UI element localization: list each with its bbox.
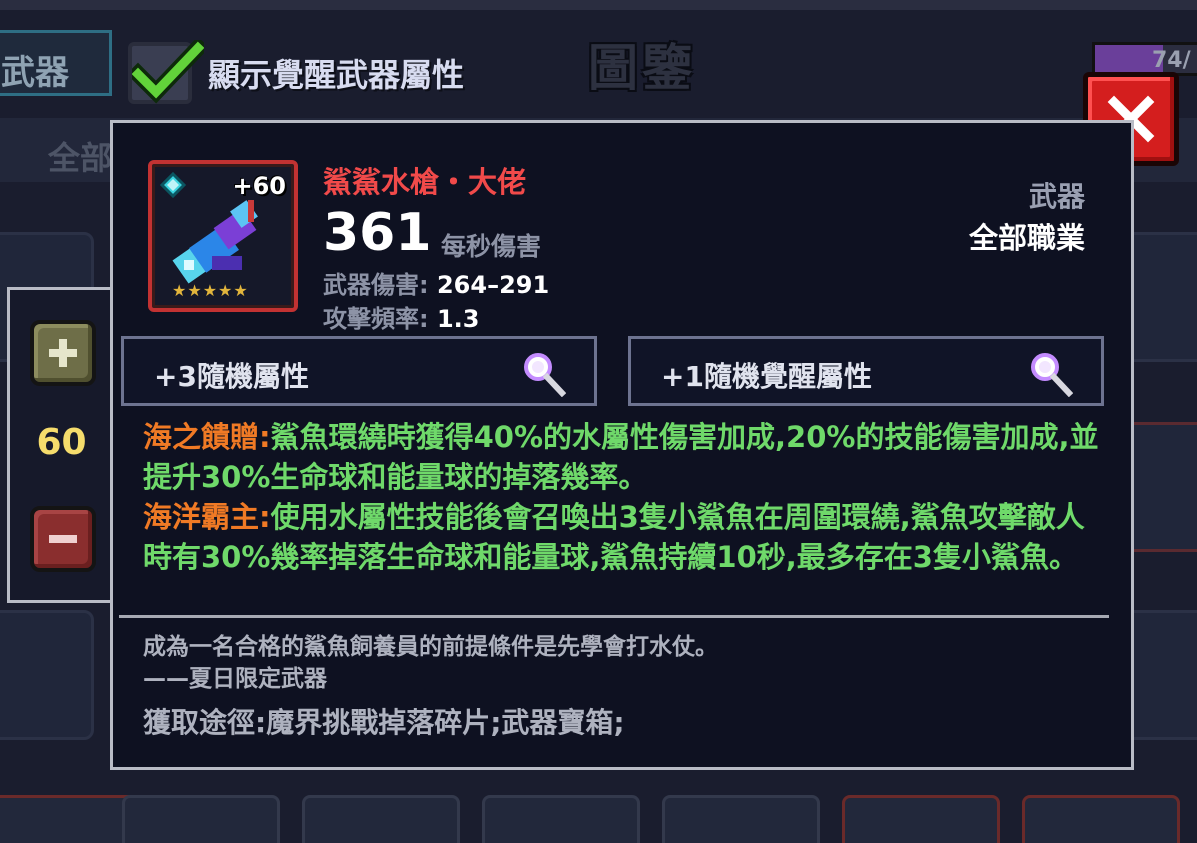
awaken-checkbox[interactable]	[128, 40, 204, 104]
skill-entry: 海之饋贈:鯊魚環繞時獲得40%的水屬性傷害加成,20%的技能傷害加成,並提升30…	[143, 417, 1103, 497]
bg-weapon-slot[interactable]	[662, 795, 820, 843]
increase-button[interactable]	[30, 320, 96, 386]
random-attribute-label: +3隨機屬性	[154, 360, 309, 393]
shark-water-gun-icon	[172, 200, 258, 284]
attack-rate-value: 1.3	[436, 305, 480, 333]
weapon-stars: ★★★★★	[172, 281, 249, 300]
weapon-damage-label: 武器傷害:	[323, 271, 429, 299]
decrease-button[interactable]	[30, 506, 96, 572]
bg-weapon-slot[interactable]	[842, 795, 1000, 843]
bg-weapon-slot[interactable]	[0, 610, 94, 740]
magnifier-icon[interactable]	[1029, 351, 1073, 397]
flavor-line: 成為一名合格的鯊魚飼養員的前提條件是先學會打水仗。	[143, 634, 718, 660]
filter-dropdown-1[interactable]: 全部	[48, 133, 112, 179]
dps-value: 361	[323, 203, 432, 263]
top-strip	[0, 0, 1197, 10]
acquisition-source: 獲取途徑:魔界挑戰掉落碎片;武器寶箱;	[143, 706, 625, 739]
plus-icon	[49, 339, 77, 367]
flavor-text: 成為一名合格的鯊魚飼養員的前提條件是先學會打水仗。 ——夏日限定武器	[143, 631, 718, 695]
bg-weapon-slot[interactable]	[1022, 795, 1180, 843]
weapon-type: 武器	[1028, 180, 1085, 213]
awaken-attribute-box[interactable]: +1隨機覺醒屬性	[628, 336, 1104, 406]
quantity-panel: 60	[7, 287, 113, 603]
minus-icon	[49, 535, 77, 543]
weapon-damage-value: 264–291	[436, 271, 550, 299]
flavor-signature: ——夏日限定武器	[143, 666, 327, 692]
skill-description: 鯊魚環繞時獲得40%的水屬性傷害加成,20%的技能傷害加成,並提升30%生命球和…	[143, 420, 1099, 494]
magnifier-icon[interactable]	[522, 351, 566, 397]
skill-entry: 海洋霸主:使用水屬性技能後會召喚出3隻小鯊魚在周圍環繞,鯊魚攻擊敵人時有30%幾…	[143, 497, 1103, 577]
random-attribute-box[interactable]: +3隨機屬性	[121, 336, 597, 406]
quantity-value: 60	[36, 422, 87, 463]
collection-counter: 74/	[1152, 48, 1191, 73]
skill-name: 海洋霸主:	[143, 500, 271, 534]
weapon-class: 全部職業	[968, 221, 1085, 255]
skill-list: 海之饋贈:鯊魚環繞時獲得40%的水屬性傷害加成,20%的技能傷害加成,並提升30…	[143, 417, 1103, 577]
weapon-name: 鯊鯊水槍・大佬	[323, 165, 527, 199]
show-awaken-toggle[interactable]: 顯示覺醒武器屬性	[128, 40, 465, 104]
attack-rate-label: 攻擊頻率:	[323, 305, 429, 333]
bg-weapon-slot[interactable]	[302, 795, 460, 843]
skill-description: 使用水屬性技能後會召喚出3隻小鯊魚在周圍環繞,鯊魚攻擊敵人時有30%幾率掉落生命…	[143, 500, 1085, 574]
awaken-attribute-label: +1隨機覺醒屬性	[661, 360, 872, 393]
weapon-damage-stat: 武器傷害: 264–291	[323, 265, 549, 300]
codex-title: 圖鑒	[588, 39, 696, 97]
bg-weapon-slot[interactable]	[122, 795, 280, 843]
bg-weapon-slot[interactable]	[0, 795, 138, 843]
weapon-level: +60	[232, 172, 286, 200]
divider	[119, 615, 1109, 618]
bg-weapon-slot[interactable]	[482, 795, 640, 843]
weapon-icon-frame: +60 ★★★★★	[148, 160, 298, 312]
gem-icon	[160, 172, 186, 198]
bg-weapon-tab[interactable]: 武器	[0, 30, 112, 96]
dps-label: 每秒傷害	[441, 232, 542, 261]
attack-rate-stat: 攻擊頻率: 1.3	[323, 299, 479, 334]
skill-name: 海之饋贈:	[143, 420, 271, 454]
awaken-checkbox-label: 顯示覺醒武器屬性	[208, 56, 465, 94]
weapon-detail-panel: +60 ★★★★★ 鯊鯊水槍・大佬 361 每秒傷害 武器傷害: 264–291…	[110, 120, 1134, 770]
checkmark-icon	[132, 40, 204, 104]
